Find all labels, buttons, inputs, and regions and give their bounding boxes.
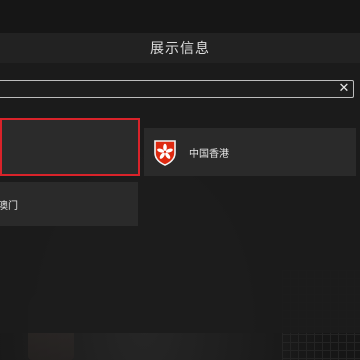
region-card-hong-kong[interactable]: 中国香港	[144, 128, 356, 176]
search-box[interactable]: ✕	[0, 80, 354, 98]
screen: 展示信息 ✕ 中国香港 澳门	[0, 0, 360, 360]
search-input[interactable]	[3, 82, 327, 98]
region-card-macau[interactable]: 澳门	[0, 182, 138, 226]
region-label: 澳门	[0, 200, 18, 212]
close-icon[interactable]: ✕	[337, 82, 351, 96]
region-card-selected[interactable]	[0, 118, 140, 176]
panel-title: 展示信息	[150, 41, 210, 57]
panel-header: 展示信息	[0, 33, 360, 63]
region-label: 中国香港	[189, 148, 229, 160]
hong-kong-flag-icon	[151, 138, 179, 166]
